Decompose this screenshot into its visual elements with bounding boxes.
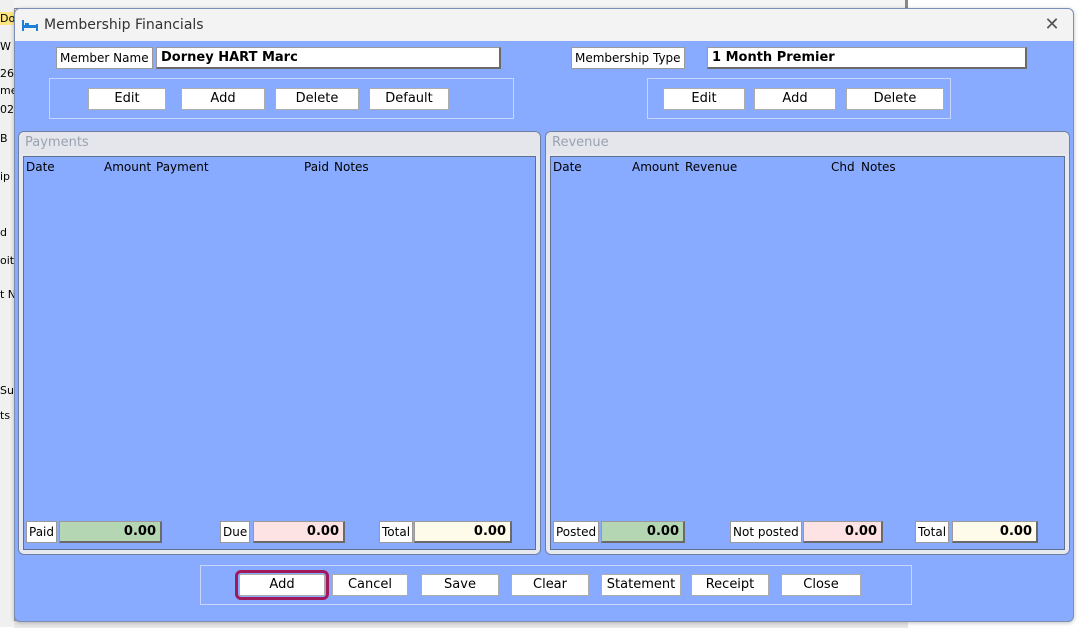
member-name-label: Member Name [56,47,153,69]
close-button[interactable]: Close [781,574,861,596]
member-default-button[interactable]: Default [369,88,449,110]
payments-col-paid[interactable]: Paid [304,160,329,174]
revenue-list[interactable]: Date Amount Revenue Chd Notes Posted 0.0… [550,156,1065,550]
revenue-col-chd[interactable]: Chd [831,160,855,174]
member-delete-button[interactable]: Delete [275,88,359,110]
membership-type-field[interactable]: 1 Month Premier [707,47,1027,69]
payments-panel-title: Payments [19,132,540,154]
revenue-col-notes[interactable]: Notes [861,160,896,174]
payments-col-date[interactable]: Date [26,160,55,174]
bg-fragment: 02 [0,103,14,116]
window-title: Membership Financials [44,17,204,33]
bg-fragment: Su [0,384,14,397]
type-add-button[interactable]: Add [754,88,836,110]
payments-total-value: 0.00 [414,521,512,543]
revenue-posted-value: 0.00 [601,521,685,543]
payments-total-label: Total [379,521,414,543]
member-button-group: Edit Add Delete Default [49,78,514,119]
revenue-col-date[interactable]: Date [553,160,582,174]
bg-fragment: 26 [0,67,14,80]
bg-fragment: d [0,226,7,239]
clear-button[interactable]: Clear [511,574,589,596]
revenue-posted-label: Posted [553,521,600,543]
payments-panel: Payments Date Amount Payment Paid Notes … [18,131,541,555]
payments-due-label: Due [220,521,251,543]
title-bar[interactable]: Membership Financials ✕ [15,9,1073,41]
statement-button[interactable]: Statement [601,574,681,596]
type-button-group: Edit Add Delete [647,78,951,119]
bg-fragment: oit [0,254,14,267]
revenue-not-posted-value: 0.00 [803,521,883,543]
member-name-field[interactable]: Dorney HART Marc [156,47,501,69]
membership-type-label: Membership Type [571,47,685,69]
payments-col-amount[interactable]: Amount [104,160,151,174]
revenue-panel-title: Revenue [546,132,1069,154]
revenue-not-posted-label: Not posted [730,521,802,543]
bg-fragment: W [0,40,11,53]
payments-paid-value: 0.00 [59,521,162,543]
bg-fragment: t N [0,288,14,301]
member-edit-button[interactable]: Edit [88,88,166,110]
action-button-group: Add Cancel Save Clear Statement Receipt … [200,565,912,605]
payments-paid-label: Paid [26,521,58,543]
type-edit-button[interactable]: Edit [663,88,745,110]
receipt-button[interactable]: Receipt [691,574,769,596]
bg-fragment: B [0,132,8,145]
background-app-edge: Do W 26 me 02 B ip d oit t N Su ts [0,0,15,627]
revenue-col-amount[interactable]: Amount [632,160,679,174]
bg-fragment: ts [0,409,11,422]
payments-col-notes[interactable]: Notes [334,160,369,174]
bed-icon [21,18,39,32]
bg-fragment: ip [0,170,11,183]
payments-due-value: 0.00 [253,521,345,543]
payments-col-payment[interactable]: Payment [156,160,209,174]
bg-fragment: Do [0,12,14,25]
member-add-button[interactable]: Add [181,88,265,110]
revenue-total-label: Total [915,521,950,543]
add-button[interactable]: Add [235,570,329,600]
revenue-panel: Revenue Date Amount Revenue Chd Notes Po… [545,131,1070,555]
save-button[interactable]: Save [421,574,499,596]
cancel-button[interactable]: Cancel [332,574,408,596]
revenue-total-value: 0.00 [952,521,1038,543]
bg-fragment: me [0,84,14,97]
membership-financials-window: Membership Financials ✕ Member Name Dorn… [14,8,1074,622]
revenue-col-revenue[interactable]: Revenue [685,160,737,174]
type-delete-button[interactable]: Delete [846,88,944,110]
close-icon[interactable]: ✕ [1041,14,1063,36]
payments-list[interactable]: Date Amount Payment Paid Notes Paid 0.00… [23,156,536,550]
